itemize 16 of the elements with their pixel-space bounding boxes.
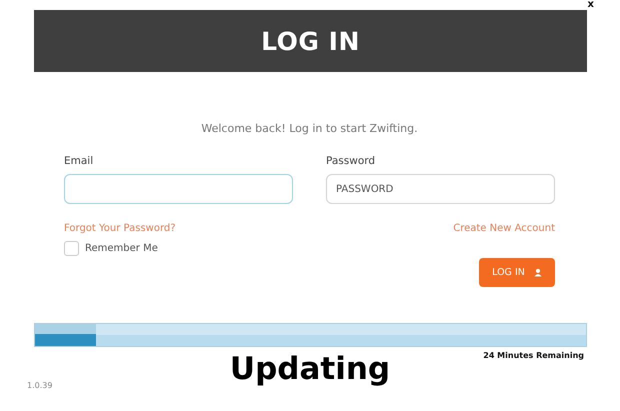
dialog-title: LOG IN <box>261 26 360 56</box>
forgot-password-link[interactable]: Forgot Your Password? <box>64 223 176 234</box>
close-button[interactable]: x <box>588 0 594 10</box>
email-label: Email <box>64 155 94 167</box>
create-account-link[interactable]: Create New Account <box>453 223 555 234</box>
login-button[interactable]: LOG IN <box>479 258 555 287</box>
time-remaining-text: 24 Minutes Remaining <box>483 351 584 360</box>
remember-me-label: Remember Me <box>85 243 158 254</box>
user-icon <box>534 268 542 277</box>
updating-text: Updating <box>230 351 390 387</box>
welcome-text: Welcome back! Log in to start Zwifting. <box>200 122 419 135</box>
email-field[interactable] <box>64 174 293 204</box>
password-field[interactable]: PASSWORD <box>326 174 555 204</box>
remember-checkbox[interactable] <box>64 241 79 256</box>
password-label: Password <box>326 155 376 167</box>
version-text: 1.0.39 <box>27 381 52 390</box>
